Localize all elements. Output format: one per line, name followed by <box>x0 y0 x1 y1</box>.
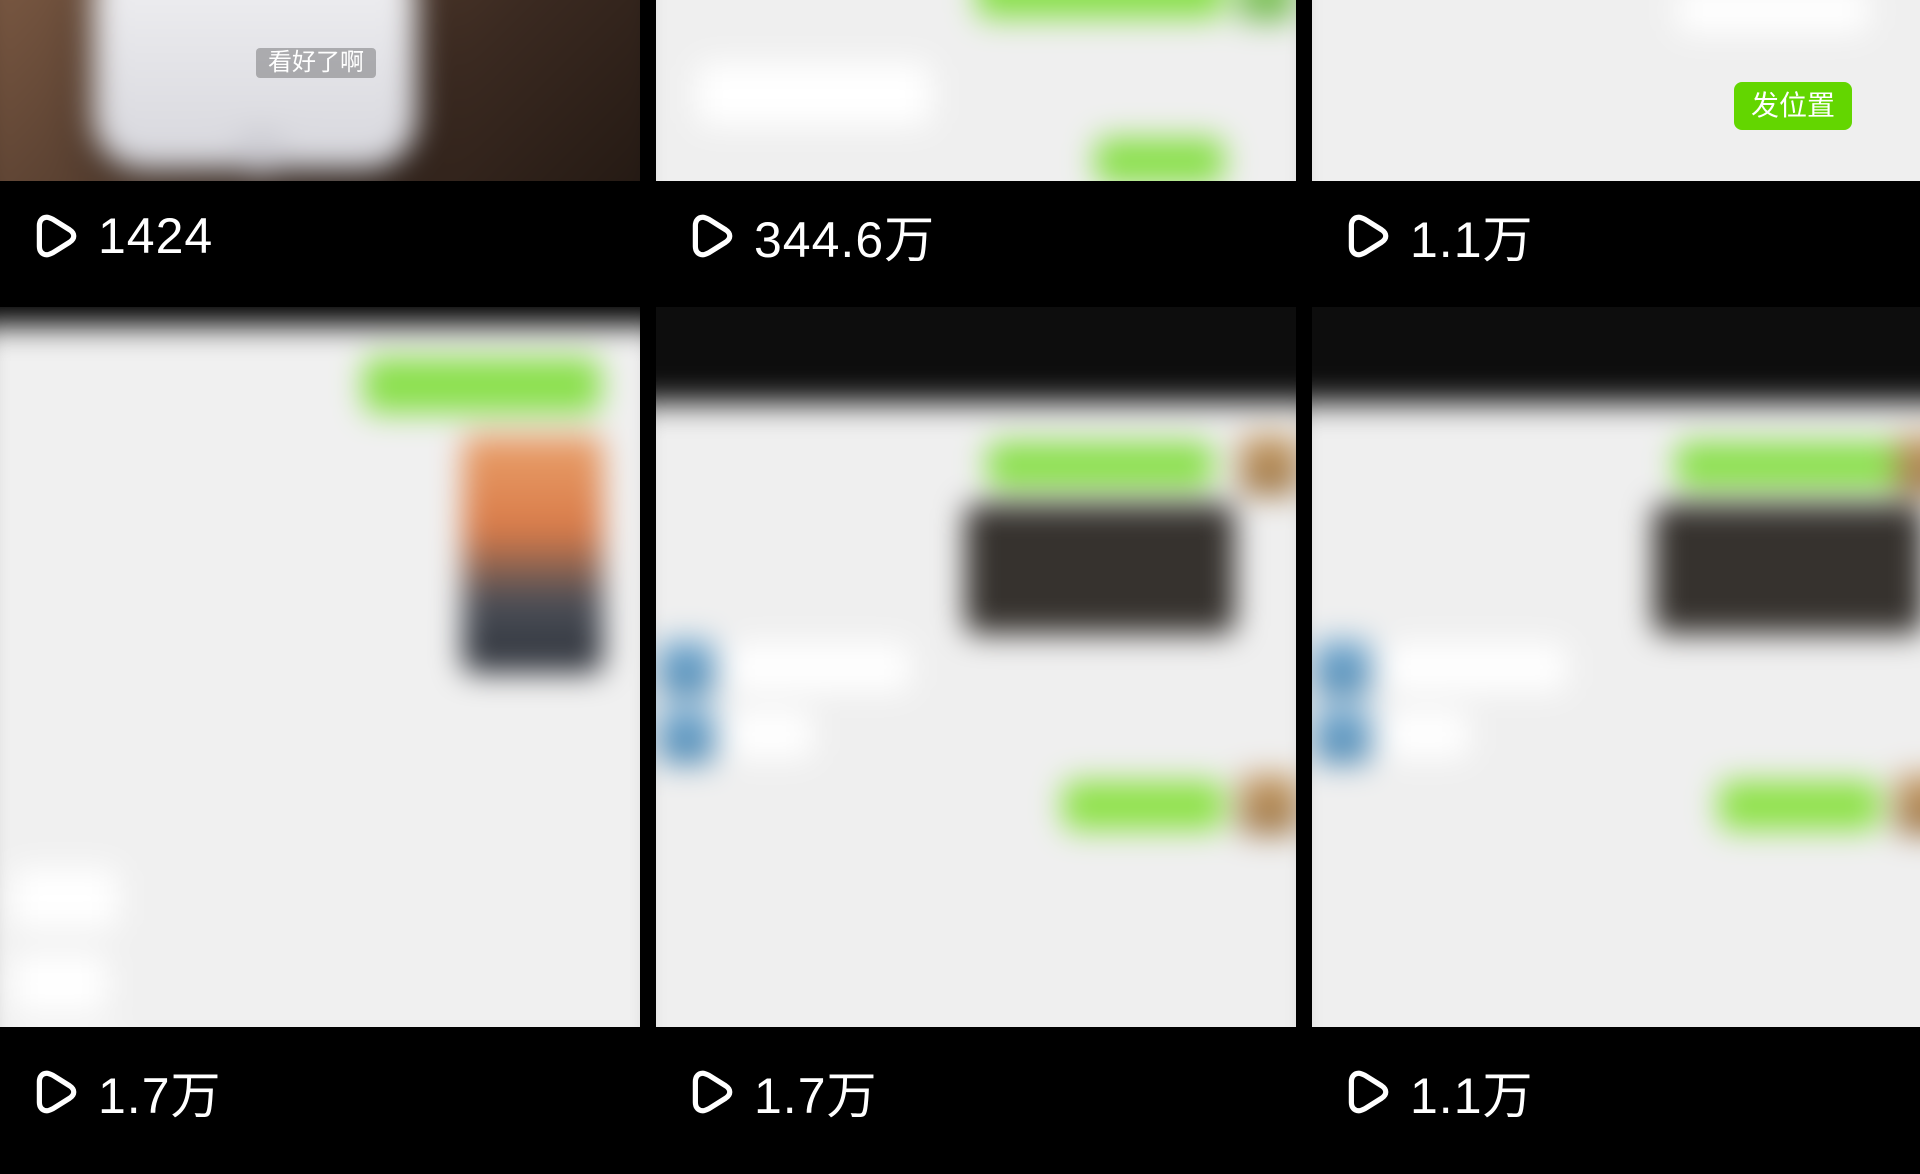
play-icon <box>1342 211 1392 261</box>
play-icon <box>30 211 80 261</box>
view-count-overlay: 344.6万 <box>656 181 1296 291</box>
view-count-overlay: 1.1万 <box>1312 181 1920 291</box>
video-thumb[interactable]: 344.6万 <box>656 0 1296 291</box>
video-thumb[interactable]: 1.1万 <box>1312 307 1920 1157</box>
view-count: 1.1万 <box>1410 1056 1534 1128</box>
view-count-overlay: 1.7万 <box>0 1027 640 1157</box>
view-count-overlay: 1.1万 <box>1312 1027 1920 1157</box>
view-count: 1.7万 <box>754 1056 878 1128</box>
play-icon <box>1342 1067 1392 1117</box>
view-count: 1.1万 <box>1410 200 1534 272</box>
view-count: 1.7万 <box>98 1056 222 1128</box>
video-thumb[interactable]: 1.7万 <box>0 307 640 1157</box>
view-count-overlay: 1.7万 <box>656 1027 1296 1157</box>
view-count-overlay: 1424 <box>0 181 640 291</box>
stage: 看好了啊 1424 <box>0 0 1920 1174</box>
video-thumb[interactable]: 发位置 1.1万 <box>1312 0 1920 291</box>
video-grid: 看好了啊 1424 <box>0 0 1920 1174</box>
video-thumb[interactable]: 1.7万 <box>656 307 1296 1157</box>
play-icon <box>686 211 736 261</box>
video-thumb[interactable]: 看好了啊 1424 <box>0 0 640 291</box>
view-count: 344.6万 <box>754 200 935 272</box>
play-icon <box>30 1067 80 1117</box>
play-icon <box>686 1067 736 1117</box>
view-count: 1424 <box>98 207 213 265</box>
